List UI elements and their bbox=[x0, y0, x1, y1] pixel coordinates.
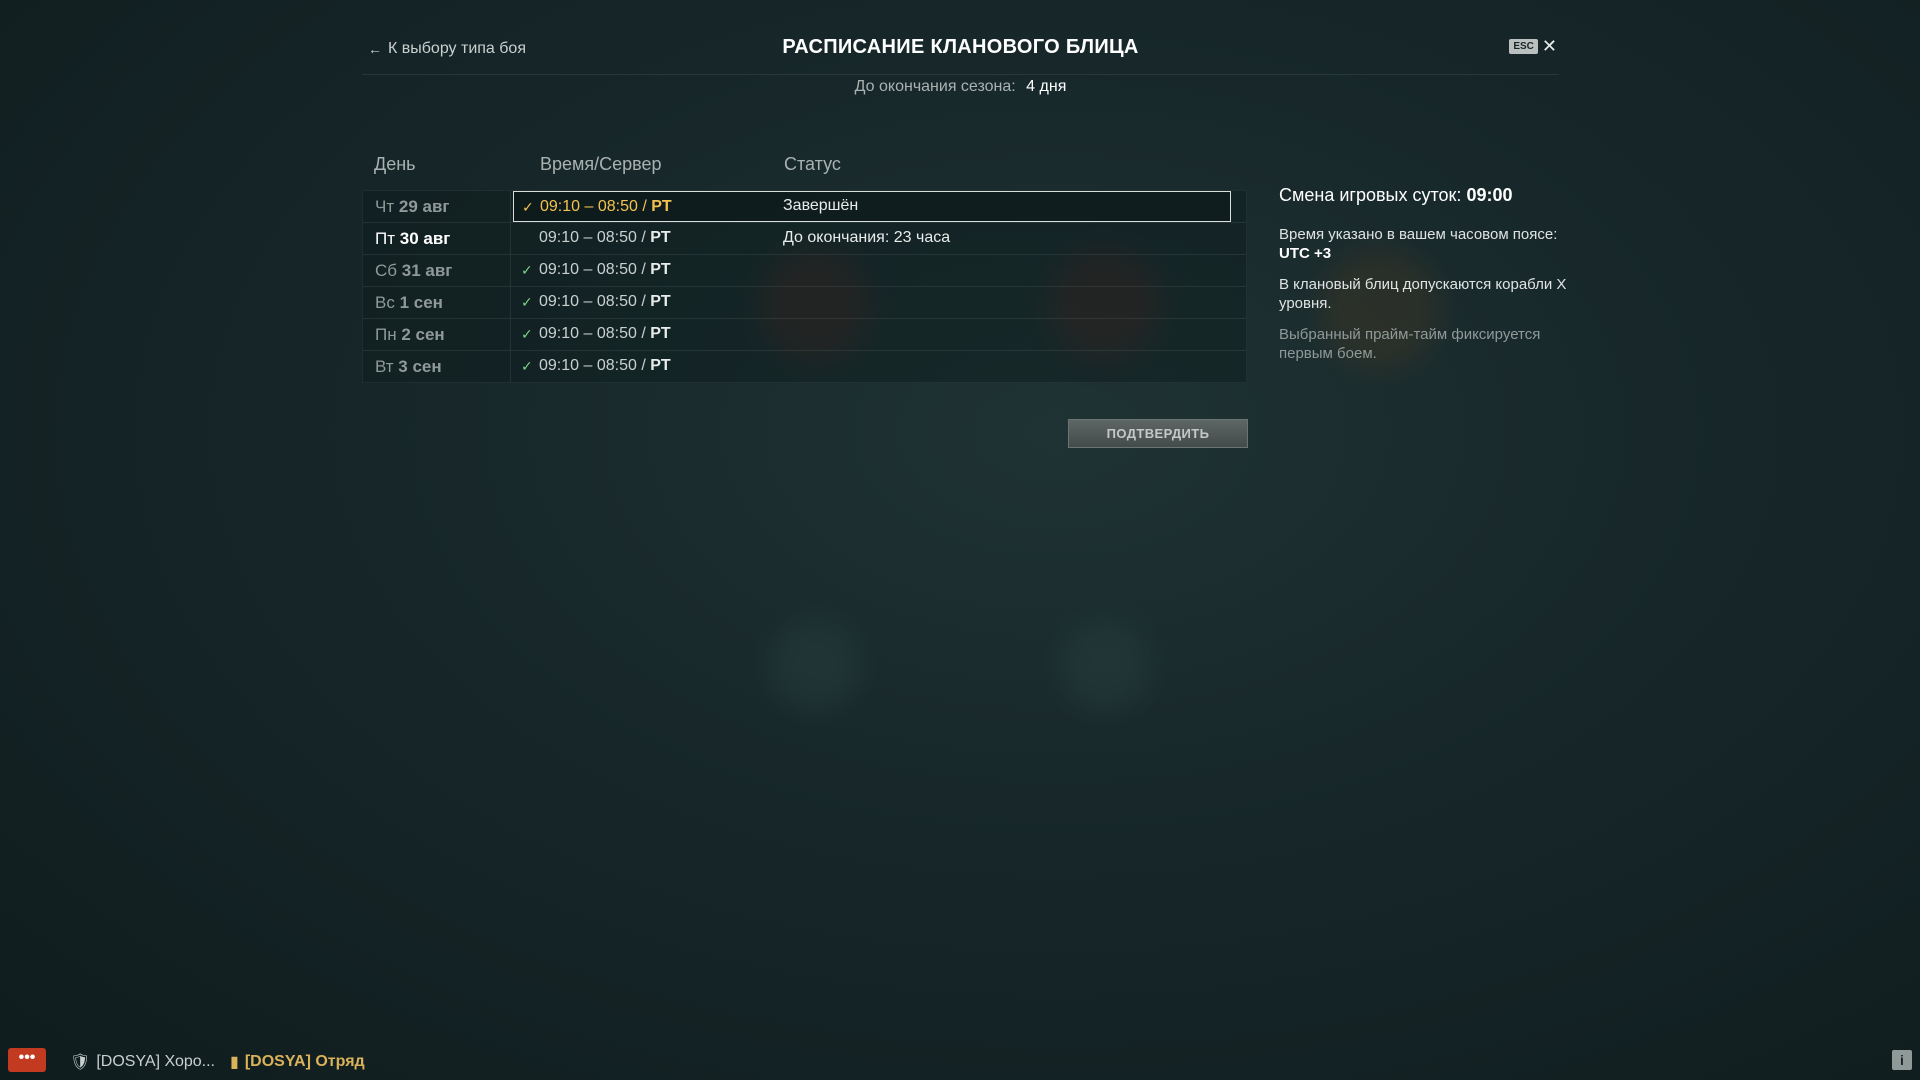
row-weekday: Вт bbox=[375, 357, 394, 376]
day-change-value: 09:00 bbox=[1466, 185, 1513, 205]
row-day: Сб 31 авг bbox=[375, 261, 452, 281]
row-weekday: Чт bbox=[375, 197, 395, 216]
row-time: ✓ 09:10 – 08:50 / PT bbox=[521, 357, 671, 375]
column-divider bbox=[510, 351, 511, 382]
check-icon: ✓ bbox=[521, 357, 533, 374]
row-time-cell[interactable]: ✓ 09:10 – 08:50 / PT bbox=[513, 191, 1231, 222]
close-button[interactable]: ESC ✕ bbox=[1509, 36, 1557, 56]
row-time-range: 09:10 – 08:50 / bbox=[539, 261, 651, 278]
row-server: PT bbox=[650, 325, 671, 342]
row-time: ✓ 09:10 – 08:50 / PT bbox=[521, 261, 671, 279]
row-time-range: 09:10 – 08:50 / bbox=[540, 198, 652, 215]
day-change-label: Смена игровых суток: bbox=[1279, 185, 1462, 205]
row-date: 31 авг bbox=[401, 261, 453, 280]
page-title: РАСПИСАНИЕ КЛАНОВОГО БЛИЦА bbox=[782, 36, 1139, 58]
row-weekday: Вс bbox=[375, 293, 395, 312]
row-server: PT bbox=[650, 229, 671, 246]
row-time-cell[interactable]: ✓ 09:10 – 08:50 / PT bbox=[513, 255, 1231, 286]
row-time-range: 09:10 – 08:50 / bbox=[539, 357, 651, 374]
column-header-day: День bbox=[374, 154, 416, 174]
row-time-cell[interactable]: ✓ 09:10 – 08:50 / PT bbox=[513, 287, 1231, 318]
row-weekday: Пн bbox=[375, 325, 397, 344]
schedule-row[interactable]: Сб 31 авг ✓ 09:10 – 08:50 / PT bbox=[363, 255, 1246, 287]
row-day: Пт 30 авг bbox=[375, 229, 450, 249]
info-panel: Смена игровых суток: 09:00 Время указано… bbox=[1279, 186, 1569, 375]
schedule-row[interactable]: Пн 2 сен ✓ 09:10 – 08:50 / PT bbox=[363, 319, 1246, 351]
schedule-row[interactable]: Вс 1 сен ✓ 09:10 – 08:50 / PT bbox=[363, 287, 1246, 319]
squad-icon: ▮ bbox=[230, 1054, 239, 1071]
check-icon: ✓ bbox=[521, 261, 533, 278]
column-header-status: Статус bbox=[784, 154, 841, 174]
column-divider bbox=[510, 319, 511, 350]
check-icon: ✓ bbox=[522, 198, 534, 215]
column-divider bbox=[510, 191, 511, 222]
chat-icon: ••• bbox=[18, 1049, 36, 1066]
confirm-button[interactable]: ПОДТВЕРДИТЬ bbox=[1068, 419, 1248, 448]
schedule-row[interactable]: Чт 29 авг ✓ 09:10 – 08:50 / PT Завершён bbox=[363, 191, 1246, 223]
timezone-text: Время указано в вашем часовом поясе: bbox=[1279, 226, 1558, 243]
row-time: 09:10 – 08:50 / PT bbox=[521, 229, 671, 247]
row-day: Чт 29 авг bbox=[375, 197, 449, 217]
schedule-header: ← К выбору типа боя РАСПИСАНИЕ КЛАНОВОГО… bbox=[362, 30, 1559, 75]
row-weekday: Сб bbox=[375, 261, 398, 280]
column-divider bbox=[510, 287, 511, 318]
info-icon: i bbox=[1900, 1052, 1904, 1068]
close-icon: ✕ bbox=[1541, 36, 1557, 56]
row-date: 29 авг bbox=[398, 197, 450, 216]
row-server: PT bbox=[651, 198, 672, 215]
ships-info: В клановый блиц допускаются корабли X ур… bbox=[1279, 276, 1567, 312]
clan-chat-tab[interactable]: 🛡 [DOSYA] Хоро... bbox=[70, 1052, 215, 1072]
check-icon: ✓ bbox=[521, 293, 533, 310]
day-change-info: Смена игровых суток: 09:00 bbox=[1279, 186, 1569, 205]
row-date: 2 сен bbox=[401, 325, 445, 344]
row-server: PT bbox=[650, 261, 671, 278]
season-remaining: До окончания сезона: 4 дня bbox=[362, 78, 1559, 96]
row-date: 1 сен bbox=[399, 293, 443, 312]
row-time-range: 09:10 – 08:50 / bbox=[539, 229, 651, 246]
row-date: 30 авг bbox=[399, 229, 451, 248]
row-time-cell[interactable]: ✓ 09:10 – 08:50 / PT bbox=[513, 319, 1231, 350]
season-remaining-value: 4 дня bbox=[1026, 78, 1067, 95]
column-divider bbox=[510, 223, 511, 254]
row-weekday: Пт bbox=[375, 229, 396, 248]
row-server: PT bbox=[650, 357, 671, 374]
row-time: ✓ 09:10 – 08:50 / PT bbox=[521, 293, 671, 311]
row-status: До окончания: 23 часа bbox=[783, 229, 951, 246]
clan-chat-label: [DOSYA] Хоро... bbox=[96, 1053, 215, 1070]
bottom-bar: ••• 🛡 [DOSYA] Хоро... ▮ [DOSYA] Отряд i bbox=[0, 1040, 1920, 1080]
row-time-cell[interactable]: ✓ 09:10 – 08:50 / PT bbox=[513, 351, 1231, 382]
primetime-info: Выбранный прайм-тайм фиксируется первым … bbox=[1279, 326, 1541, 362]
schedule-row: Пт 30 авг 09:10 – 08:50 / PT До окончания:… bbox=[363, 223, 1246, 255]
row-time-range: 09:10 – 08:50 / bbox=[539, 325, 651, 342]
season-remaining-label: До окончания сезона: bbox=[854, 78, 1016, 95]
column-divider bbox=[510, 255, 511, 286]
row-server: PT bbox=[650, 293, 671, 310]
check-icon: ✓ bbox=[521, 325, 533, 342]
row-date: 3 сен bbox=[398, 357, 442, 376]
timezone-info: Время указано в вашем часовом поясе: UTC… bbox=[1279, 225, 1569, 263]
esc-badge: ESC bbox=[1509, 38, 1538, 54]
clan-shield-icon: 🛡 bbox=[70, 1054, 91, 1071]
row-day: Вс 1 сен bbox=[375, 293, 443, 313]
squad-label: [DOSYA] Отряд bbox=[244, 1053, 365, 1070]
background-emblem bbox=[1060, 620, 1150, 710]
row-day: Вт 3 сен bbox=[375, 357, 442, 377]
background-emblem bbox=[770, 620, 860, 710]
schedule-row[interactable]: Вт 3 сен ✓ 09:10 – 08:50 / PT bbox=[363, 351, 1246, 382]
chat-button[interactable]: ••• bbox=[8, 1048, 46, 1072]
row-time-range: 09:10 – 08:50 / bbox=[539, 293, 651, 310]
row-day: Пн 2 сен bbox=[375, 325, 445, 345]
row-time: ✓ 09:10 – 08:50 / PT bbox=[521, 325, 671, 343]
column-header-time: Время/Сервер bbox=[540, 154, 662, 174]
row-status: Завершён bbox=[783, 197, 859, 214]
schedule-table: День Время/Сервер Статус Чт 29 авг ✓ 09:10… bbox=[362, 148, 1247, 383]
table-header: День Время/Сервер Статус bbox=[362, 148, 1247, 190]
schedule-rows: Чт 29 авг ✓ 09:10 – 08:50 / PT Завершён Пт 3… bbox=[362, 190, 1247, 383]
squad-tab[interactable]: ▮ [DOSYA] Отряд bbox=[230, 1052, 365, 1072]
timezone-value: UTC +3 bbox=[1279, 245, 1332, 262]
info-button[interactable]: i bbox=[1892, 1050, 1912, 1070]
row-time: ✓ 09:10 – 08:50 / PT bbox=[522, 198, 672, 216]
